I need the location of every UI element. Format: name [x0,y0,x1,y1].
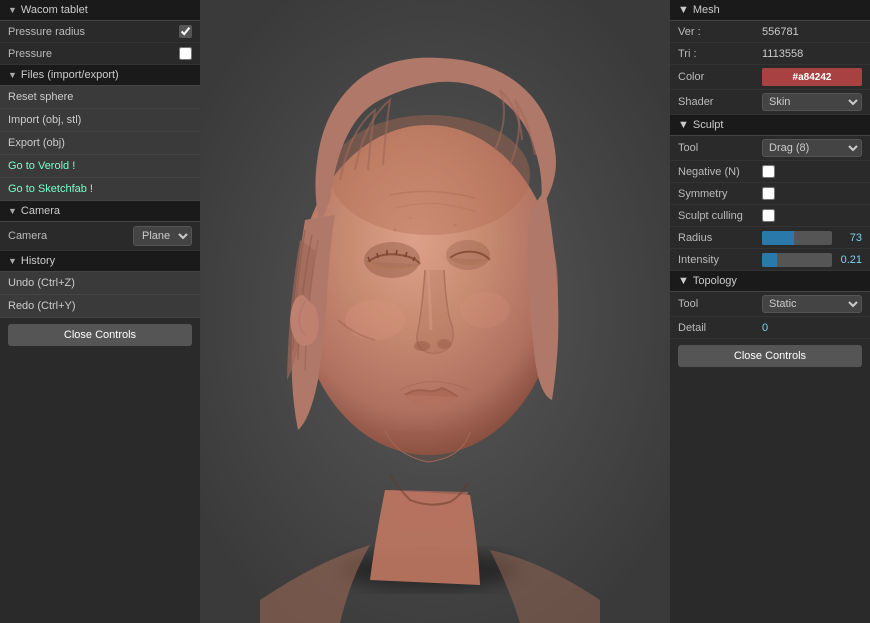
wacom-section-header[interactable]: ▼ Wacom tablet [0,0,200,21]
camera-label: Camera [8,230,127,242]
topology-section-label: Topology [693,275,737,287]
topology-section-header[interactable]: ▼ Topology [670,271,870,292]
detail-value: 0 [762,322,862,334]
tool-select[interactable]: Drag (8) Smooth Inflate Flatten [762,139,862,157]
mesh-arrow-icon: ▼ [678,4,689,16]
camera-arrow-icon: ▼ [8,206,17,216]
pressure-radius-checkbox[interactable] [179,25,192,38]
color-row: Color #a84242 [670,65,870,90]
intensity-slider-fill [762,253,777,267]
mesh-section-label: Mesh [693,4,720,16]
sculpt-culling-checkbox[interactable] [762,209,775,222]
radius-row: Radius 73 [670,227,870,249]
radius-slider-container[interactable]: 73 [762,231,862,245]
wacom-arrow-icon: ▼ [8,5,17,15]
sculpt-arrow-icon: ▼ [678,119,689,131]
sculpt-section-header[interactable]: ▼ Sculpt [670,115,870,136]
topo-tool-row: Tool Static Dynamic [670,292,870,317]
goto-sketchfab-button[interactable]: Go to Sketchfab ! [0,178,200,201]
tri-row: Tri : 1113558 [670,43,870,65]
ver-value: 556781 [762,26,862,38]
history-section-header[interactable]: ▼ History [0,251,200,272]
import-button[interactable]: Import (obj, stl) [0,109,200,132]
intensity-slider-bar[interactable] [762,253,832,267]
export-button[interactable]: Export (obj) [0,132,200,155]
symmetry-label: Symmetry [678,188,758,200]
goto-verold-button[interactable]: Go to Verold ! [0,155,200,178]
pressure-label: Pressure [8,48,173,60]
intensity-label: Intensity [678,254,758,266]
topo-tool-label: Tool [678,298,758,310]
camera-section-label: Camera [21,205,60,217]
detail-row: Detail 0 [670,317,870,339]
negative-label: Negative (N) [678,166,758,178]
ver-label: Ver : [678,26,758,38]
negative-checkbox[interactable] [762,165,775,178]
head-canvas [200,0,670,623]
topo-tool-select[interactable]: Static Dynamic [762,295,862,313]
camera-section-header[interactable]: ▼ Camera [0,201,200,222]
sculpt-culling-label: Sculpt culling [678,210,758,222]
radius-slider-fill [762,231,794,245]
color-label: Color [678,71,758,83]
sculpt-section-label: Sculpt [693,119,724,131]
right-panel: ▼ Mesh Ver : 556781 Tri : 1113558 Color … [670,0,870,623]
radius-label: Radius [678,232,758,244]
history-section-label: History [21,255,55,267]
tri-value: 1113558 [762,48,862,60]
right-close-controls-button[interactable]: Close Controls [678,345,862,367]
pressure-row: Pressure [0,43,200,65]
left-panel: ▼ Wacom tablet Pressure radius Pressure … [0,0,200,623]
sculpt-culling-row: Sculpt culling [670,205,870,227]
pressure-radius-row: Pressure radius [0,21,200,43]
shader-row: Shader Skin Flat PBR [670,90,870,115]
radius-value: 73 [836,232,862,244]
shader-label: Shader [678,96,758,108]
detail-label: Detail [678,322,758,334]
mesh-section-header[interactable]: ▼ Mesh [670,0,870,21]
wacom-section-label: Wacom tablet [21,4,88,16]
pressure-radius-label: Pressure radius [8,26,173,38]
tri-label: Tri : [678,48,758,60]
negative-row: Negative (N) [670,161,870,183]
left-close-controls-button[interactable]: Close Controls [8,324,192,346]
symmetry-checkbox[interactable] [762,187,775,200]
main-viewport[interactable] [200,0,670,623]
intensity-value: 0.21 [836,254,862,266]
tool-row: Tool Drag (8) Smooth Inflate Flatten [670,136,870,161]
symmetry-row: Symmetry [670,183,870,205]
radius-slider-bar[interactable] [762,231,832,245]
undo-button[interactable]: Undo (Ctrl+Z) [0,272,200,295]
reset-sphere-button[interactable]: Reset sphere [0,86,200,109]
redo-button[interactable]: Redo (Ctrl+Y) [0,295,200,318]
ver-row: Ver : 556781 [670,21,870,43]
color-swatch[interactable]: #a84242 [762,68,862,86]
intensity-slider-container[interactable]: 0.21 [762,253,862,267]
files-section-label: Files (import/export) [21,69,119,81]
camera-row: Camera Plane Orbit Fly [0,222,200,251]
intensity-row: Intensity 0.21 [670,249,870,271]
files-section-header[interactable]: ▼ Files (import/export) [0,65,200,86]
files-arrow-icon: ▼ [8,70,17,80]
camera-select[interactable]: Plane Orbit Fly [133,226,192,246]
topology-arrow-icon: ▼ [678,275,689,287]
shader-select[interactable]: Skin Flat PBR [762,93,862,111]
history-arrow-icon: ▼ [8,256,17,266]
pressure-checkbox[interactable] [179,47,192,60]
tool-label: Tool [678,142,758,154]
